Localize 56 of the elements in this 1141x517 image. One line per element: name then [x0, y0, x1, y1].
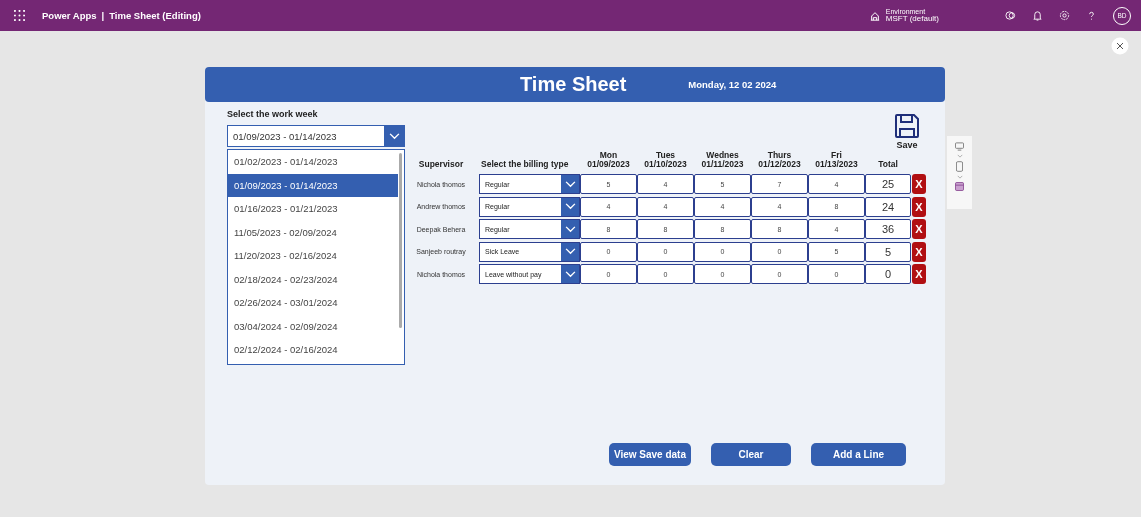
current-date: Monday, 12 02 2024	[688, 79, 777, 90]
dropdown-option[interactable]: 01/16/2023 - 01/21/2023	[228, 197, 398, 221]
help-icon[interactable]	[1086, 10, 1097, 21]
total-field: 24	[865, 196, 911, 217]
chevron-down-icon	[388, 132, 400, 140]
delete-row-button[interactable]: X	[912, 174, 926, 195]
chevron-down-icon	[564, 203, 576, 211]
column-header: Total	[877, 160, 899, 172]
close-icon[interactable]	[1111, 37, 1129, 55]
action-button[interactable]: Add a Line	[811, 443, 906, 466]
copilot-icon[interactable]	[1005, 10, 1016, 21]
dropdown-option[interactable]: 01/09/2023 - 01/14/2023	[228, 173, 398, 197]
chevron-down-icon	[564, 225, 576, 233]
delete-row-button[interactable]: X	[912, 196, 926, 217]
phone-icon[interactable]	[956, 161, 963, 172]
total-field: 5	[865, 241, 911, 262]
work-week-dropdown[interactable]: 01/09/2023 - 01/14/2023	[227, 125, 405, 147]
dropdown-option[interactable]: 02/18/2024 - 02/23/2024	[228, 267, 398, 291]
column-header: Fri 01/13/2023	[814, 151, 859, 172]
monitor-icon[interactable]	[955, 142, 964, 151]
environment-name[interactable]: MSFT (default)	[885, 14, 939, 24]
total-field: 36	[865, 219, 911, 240]
delete-row-button[interactable]: X	[912, 264, 926, 285]
delete-row-button[interactable]: X	[912, 219, 926, 240]
dropdown-option[interactable]: 02/26/2024 - 03/01/2024	[228, 291, 398, 315]
environment-icon[interactable]	[869, 10, 880, 21]
column-header: Thurs 01/12/2023	[757, 151, 802, 172]
total-field: 0	[865, 264, 911, 285]
title-separator: |	[101, 10, 105, 21]
dropdown-option[interactable]: 02/12/2024 - 02/16/2024	[228, 338, 398, 362]
delete-row-button[interactable]: X	[912, 241, 926, 262]
column-header: Wednes 01/11/2023	[700, 151, 745, 172]
dropdown-option[interactable]: 03/04/2024 - 02/09/2024	[228, 314, 398, 338]
column-header: Tues 01/10/2023	[643, 151, 688, 172]
page-title: Time Sheet	[520, 73, 627, 96]
chevron-down-icon	[564, 270, 576, 278]
scrollbar[interactable]	[399, 153, 402, 328]
column-header: Supervisor	[417, 160, 465, 172]
field-label: Select the work week	[227, 109, 319, 119]
settings-icon[interactable]	[1059, 10, 1070, 21]
dropdown-option[interactable]: 11/20/2023 - 02/16/2024	[228, 244, 398, 268]
chevron-down-icon	[564, 248, 576, 256]
app-launcher-icon[interactable]	[14, 10, 25, 21]
action-button[interactable]: Clear	[711, 443, 791, 466]
chevron-down-icon	[564, 180, 576, 188]
notification-icon[interactable]	[1032, 10, 1043, 21]
action-button[interactable]: View Save data	[608, 443, 691, 466]
dropdown-option[interactable]: 01/02/2023 - 01/14/2023	[228, 150, 398, 174]
app-title: Time Sheet (Editing)	[109, 10, 201, 21]
app-name: Power Apps	[42, 10, 97, 21]
database-icon[interactable]	[955, 182, 964, 191]
column-header: Select the billing type	[480, 160, 570, 172]
column-header: Mon 01/09/2023	[586, 151, 631, 172]
save-button[interactable]: Save	[894, 113, 920, 150]
dropdown-option[interactable]: 11/05/2023 - 02/09/2024	[228, 220, 398, 244]
total-field: 25	[865, 174, 911, 195]
